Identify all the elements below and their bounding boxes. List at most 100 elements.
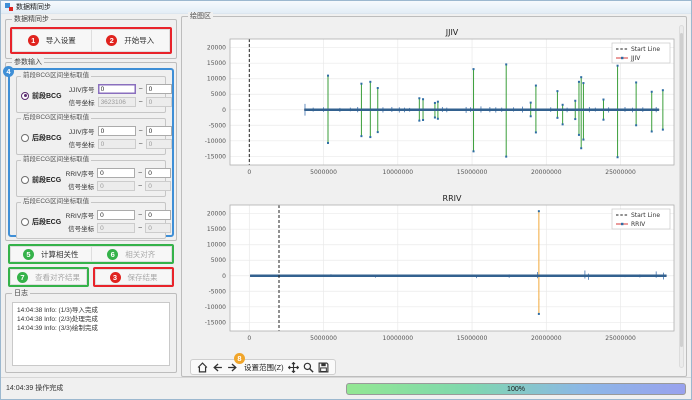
section-front-bcg: 前段BCG区间坐标取值 前段BCG JJIV序号 ~ — [16, 76, 166, 113]
zoom-icon[interactable] — [303, 362, 314, 373]
signal-coord-from-input — [97, 223, 135, 233]
radio-icon[interactable] — [21, 92, 29, 100]
view-result-annotation: 7 查看对齐结果 — [8, 267, 89, 287]
annotation-badge-6: 6 — [107, 249, 118, 260]
save-result-button[interactable]: 3 保存结果 — [95, 269, 172, 285]
svg-text:-15000: -15000 — [205, 153, 226, 160]
rriv-index-from-input[interactable] — [97, 210, 135, 220]
back-icon[interactable] — [212, 362, 223, 373]
field-label: JJIV序号 — [62, 126, 95, 136]
signal-coord-to-input — [145, 181, 171, 191]
pan-icon[interactable] — [288, 362, 299, 373]
view-align-result-button[interactable]: 7 查看对齐结果 — [10, 269, 87, 285]
signal-coord-from-input — [97, 181, 135, 191]
progress-text: 100% — [507, 386, 525, 393]
jjiv-index-from-input[interactable] — [98, 126, 136, 136]
window-title: 数据精同步 — [16, 2, 51, 12]
view-align-result-label: 查看对齐结果 — [35, 272, 80, 283]
svg-text:0: 0 — [247, 335, 251, 342]
radio-front-ecg[interactable]: 前段ECG — [19, 175, 61, 185]
jjiv-index-from-input[interactable] — [98, 84, 136, 94]
signal-coord-to-input — [145, 223, 171, 233]
field-label: 信号坐标 — [62, 97, 95, 107]
params-group-label: 参数输入 — [12, 58, 44, 67]
rriv-index-from-input[interactable] — [97, 168, 135, 178]
radio-rear-bcg[interactable]: 后段BCG — [19, 133, 62, 143]
status-bar: 14:04:39 操作完成 100% — [1, 377, 691, 399]
jjiv-chart[interactable]: -15000-10000-500005000100001500020000050… — [190, 27, 680, 191]
radio-rear-ecg[interactable]: 后段ECG — [19, 217, 61, 227]
annotation-badge-5: 5 — [23, 249, 34, 260]
field-label: RRIV序号 — [61, 168, 94, 178]
svg-text:10000: 10000 — [207, 76, 226, 83]
calc-correlation-button[interactable]: 5 计算相关性 — [10, 246, 92, 262]
svg-text:20000000: 20000000 — [531, 169, 562, 176]
sync-groupbox: 数据精同步 1 导入设置 2 开始导入 — [5, 19, 177, 59]
section-front-ecg: 前段ECG区间坐标取值 前段ECG RRIV序号 ~ — [16, 160, 166, 197]
radio-front-bcg[interactable]: 前段BCG — [19, 91, 62, 101]
corr-buttons-annotation: 5 计算相关性 6 相关对齐 — [8, 244, 174, 264]
section-rear-ecg-label: 后段ECG区间坐标取值 — [21, 198, 91, 206]
svg-text:5000: 5000 — [211, 257, 226, 264]
svg-text:20000: 20000 — [207, 45, 226, 52]
field-label: 信号坐标 — [61, 181, 94, 191]
import-settings-button[interactable]: 1 导入设置 — [12, 29, 92, 52]
svg-text:5000000: 5000000 — [310, 169, 337, 176]
svg-text:RRIV: RRIV — [443, 194, 462, 203]
app-window: 数据精同步 数据精同步 1 导入设置 2 开始导入 参数输入 4 — [0, 0, 692, 400]
svg-text:25000000: 25000000 — [605, 169, 636, 176]
rriv-index-to-input[interactable] — [145, 168, 171, 178]
signal-coord-to-input — [146, 97, 172, 107]
radio-icon[interactable] — [21, 176, 29, 184]
plot-toolbar: 8 设置范围(Z) — [190, 359, 336, 375]
svg-text:-5000: -5000 — [209, 122, 227, 129]
start-import-button[interactable]: 2 开始导入 — [92, 29, 171, 52]
rriv-chart[interactable]: -15000-10000-500005000100001500020000050… — [190, 193, 680, 357]
log-output[interactable]: 14:04:38 Info: (1/3)导入完成 14:04:38 Info: … — [12, 302, 170, 366]
section-front-bcg-label: 前段BCG区间坐标取值 — [21, 72, 91, 80]
jjiv-index-to-input[interactable] — [146, 84, 172, 94]
start-import-label: 开始导入 — [124, 35, 154, 46]
log-groupbox: 日志 14:04:38 Info: (1/3)导入完成 14:04:38 Inf… — [5, 293, 177, 373]
home-icon[interactable] — [197, 362, 208, 373]
log-line: 14:04:38 Info: (1/3)导入完成 — [17, 306, 165, 315]
set-range-label[interactable]: 8 设置范围(Z) — [242, 362, 284, 373]
plot-group-label: 绘图区 — [188, 12, 213, 21]
radio-icon[interactable] — [21, 218, 29, 226]
annotation-badge-8: 8 — [234, 353, 245, 364]
plot-scrollbar[interactable] — [679, 25, 684, 368]
svg-text:5000: 5000 — [211, 91, 226, 98]
plot-groupbox: 绘图区 -15000-10000-50000500010000150002000… — [181, 16, 687, 377]
params-annotation: 4 前段BCG区间坐标取值 前段BCG JJIV序号 ~ — [8, 68, 174, 237]
log-group-label: 日志 — [12, 289, 30, 298]
jjiv-index-to-input[interactable] — [146, 126, 172, 136]
svg-text:10000000: 10000000 — [383, 169, 414, 176]
annotation-badge-1: 1 — [28, 35, 39, 46]
save-icon[interactable] — [318, 362, 329, 373]
section-rear-bcg-label: 后段BCG区间坐标取值 — [21, 114, 91, 122]
svg-text:JJIV: JJIV — [630, 55, 641, 62]
svg-text:15000: 15000 — [207, 60, 226, 67]
svg-text:15000000: 15000000 — [457, 335, 488, 342]
field-label: 信号坐标 — [62, 139, 95, 149]
annotation-badge-7: 7 — [17, 272, 28, 283]
params-groupbox: 参数输入 4 前段BCG区间坐标取值 前段BCG JJIV序号 — [5, 62, 177, 241]
svg-text:RRIV: RRIV — [631, 221, 646, 228]
svg-text:-10000: -10000 — [205, 138, 226, 145]
section-rear-ecg: 后段ECG区间坐标取值 后段ECG RRIV序号 ~ — [16, 202, 166, 239]
section-front-ecg-label: 前段ECG区间坐标取值 — [21, 156, 91, 164]
action-buttons: 5 计算相关性 6 相关对齐 7 查看对齐结果 3 保存结果 — [5, 244, 177, 290]
correlation-align-button[interactable]: 6 相关对齐 — [92, 246, 173, 262]
annotation-badge-4: 4 — [3, 66, 14, 77]
signal-coord-from-input — [98, 97, 136, 107]
svg-text:Start Line: Start Line — [631, 212, 660, 219]
import-settings-label: 导入设置 — [46, 35, 76, 46]
svg-text:25000000: 25000000 — [605, 335, 636, 342]
field-label: 信号坐标 — [61, 223, 94, 233]
svg-text:0: 0 — [222, 107, 226, 114]
title-bar: 数据精同步 — [1, 1, 691, 14]
main-area: 数据精同步 1 导入设置 2 开始导入 参数输入 4 前段BCG区间坐标取值 — [1, 14, 691, 377]
plot-scrollbar-thumb[interactable] — [680, 33, 683, 347]
radio-icon[interactable] — [21, 134, 29, 142]
rriv-index-to-input[interactable] — [145, 210, 171, 220]
